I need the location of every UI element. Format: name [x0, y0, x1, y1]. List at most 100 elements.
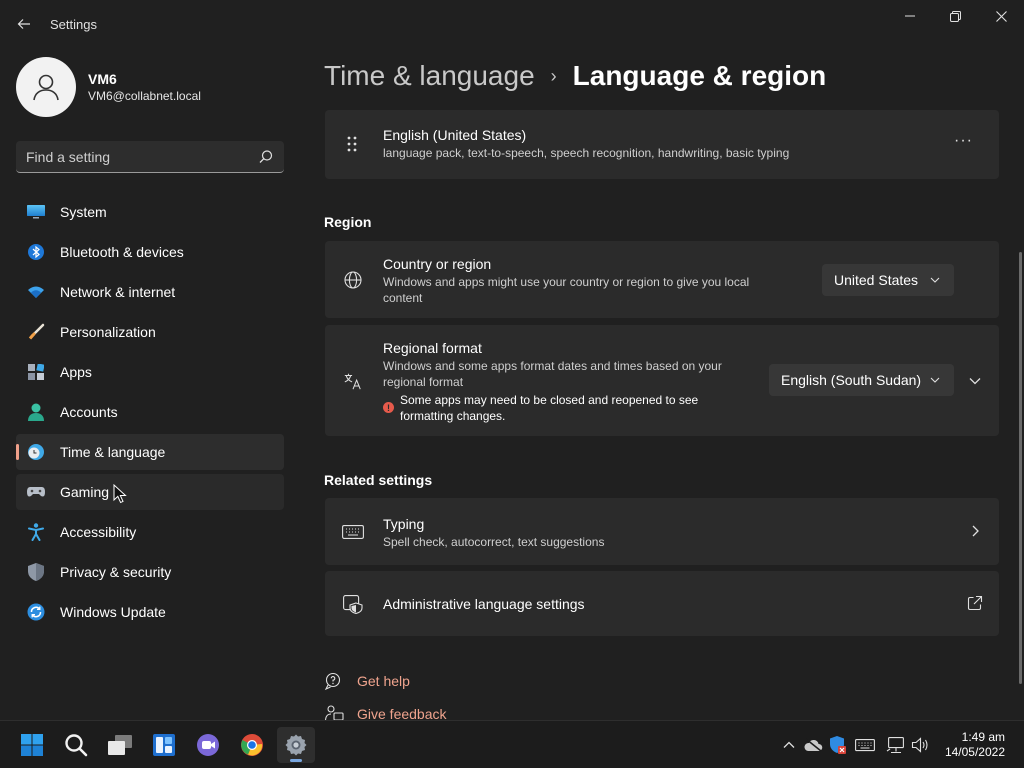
system-icon: [26, 202, 46, 222]
typing-title: Typing: [383, 516, 425, 532]
sidebar-item-label: Bluetooth & devices: [60, 244, 184, 260]
format-desc-line1: Windows and some apps format dates and t…: [383, 359, 722, 373]
chevron-down-icon: [930, 277, 940, 283]
restore-button[interactable]: [932, 4, 978, 28]
search-icon: [259, 150, 273, 163]
sidebar-item-network[interactable]: Network & internet: [16, 274, 284, 310]
onedrive-icon[interactable]: [803, 735, 823, 755]
person-icon: [33, 74, 59, 101]
sidebar-item-label: Privacy & security: [60, 564, 172, 580]
user-profile[interactable]: VM6 VM6@collabnet.local: [16, 56, 201, 118]
get-help-label: Get help: [357, 673, 410, 689]
sidebar-item-label: Accounts: [60, 404, 118, 420]
scrollbar[interactable]: [1019, 252, 1022, 684]
admin-language-title: Administrative language settings: [383, 596, 585, 612]
country-desc-line1: Windows and apps might use your country …: [383, 275, 750, 289]
chevron-right-icon: [968, 523, 982, 539]
sidebar-item-accounts[interactable]: Accounts: [16, 394, 284, 430]
search-icon: [65, 734, 88, 757]
sidebar-item-gaming[interactable]: Gaming: [16, 474, 284, 510]
related-settings-heading: Related settings: [324, 472, 433, 488]
sidebar-item-system[interactable]: System: [16, 194, 284, 230]
avatar: [16, 57, 76, 117]
regional-format-dropdown[interactable]: English (South Sudan): [769, 364, 954, 396]
admin-shield-window-icon: [343, 594, 363, 614]
format-title: Regional format: [383, 340, 482, 356]
sidebar-item-label: System: [60, 204, 107, 220]
title-bar: Settings: [0, 0, 1024, 48]
back-arrow-icon: [17, 19, 30, 29]
restore-icon: [949, 10, 961, 22]
taskbar: 1:49 am 14/05/2022: [0, 720, 1024, 768]
warning-line2: formatting changes.: [400, 409, 506, 423]
chrome-button[interactable]: [233, 727, 271, 763]
defender-icon[interactable]: [828, 735, 848, 755]
get-help-link[interactable]: Get help: [324, 670, 410, 692]
page-title: Language & region: [572, 60, 827, 91]
widgets-button[interactable]: [145, 727, 183, 763]
task-view-button[interactable]: [101, 727, 139, 763]
selection-indicator: [16, 444, 19, 460]
gamepad-icon: [26, 482, 46, 502]
taskbar-clock[interactable]: 1:49 am 14/05/2022: [945, 730, 1005, 760]
taskbar-search-button[interactable]: [57, 727, 95, 763]
close-icon: [995, 10, 1007, 22]
settings-icon: [285, 734, 307, 756]
warning-icon: !: [383, 402, 394, 413]
app-title: Settings: [50, 17, 97, 32]
sidebar-item-time-language[interactable]: Time & language: [16, 434, 284, 470]
format-desc-line2: regional format: [383, 375, 464, 389]
drag-handle-icon[interactable]: [342, 134, 362, 154]
settings-taskbar-button[interactable]: [277, 727, 315, 763]
country-desc-line2: content: [383, 291, 423, 305]
country-value: United States: [834, 272, 919, 288]
sidebar-item-accessibility[interactable]: Accessibility: [16, 514, 284, 550]
sidebar-item-apps[interactable]: Apps: [16, 354, 284, 390]
sidebar-item-privacy[interactable]: Privacy & security: [16, 554, 284, 590]
sidebar-item-personalization[interactable]: Personalization: [16, 314, 284, 350]
expand-chevron-icon[interactable]: [967, 373, 983, 389]
widgets-icon: [153, 734, 175, 756]
shield-icon: [26, 562, 46, 582]
regional-format-value: English (South Sudan): [781, 372, 922, 388]
region-heading: Region: [324, 214, 372, 230]
volume-icon[interactable]: [911, 735, 931, 755]
clock-date: 14/05/2022: [944, 745, 1005, 759]
sidebar-item-label: Time & language: [60, 444, 166, 460]
person-icon: [26, 402, 46, 422]
sidebar-nav: System Bluetooth & devices Network & int…: [16, 194, 284, 634]
language-format-icon: [343, 371, 363, 391]
task-view-icon: [108, 735, 132, 755]
close-button[interactable]: [978, 4, 1024, 28]
language-card-english-us[interactable]: English (United States) language pack, t…: [325, 110, 999, 179]
typing-card[interactable]: Typing Spell check, autocorrect, text su…: [325, 498, 999, 565]
sidebar-item-windows-update[interactable]: Windows Update: [16, 594, 284, 630]
country-dropdown[interactable]: United States: [822, 264, 954, 296]
keyboard-icon: [342, 522, 364, 542]
breadcrumb-parent[interactable]: Time & language: [324, 60, 535, 92]
regional-format-card[interactable]: Regional format Windows and some apps fo…: [325, 325, 999, 436]
warning-line1: Some apps may need to be closed and reop…: [400, 393, 699, 407]
language-name: English (United States): [383, 127, 527, 143]
start-button[interactable]: [13, 727, 51, 763]
external-link-icon: [967, 595, 983, 611]
sidebar-item-label: Accessibility: [60, 524, 137, 540]
chat-button[interactable]: [189, 727, 227, 763]
profile-name: VM6: [88, 71, 117, 87]
accessibility-icon: [26, 522, 46, 542]
show-hidden-icons-chevron-icon[interactable]: [779, 735, 799, 755]
bluetooth-icon: [26, 242, 46, 262]
typing-subtitle: Spell check, autocorrect, text suggestio…: [383, 535, 605, 549]
settings-search[interactable]: [16, 141, 284, 173]
update-icon: [26, 602, 46, 622]
chat-icon: [197, 734, 219, 756]
network-icon[interactable]: [886, 735, 906, 755]
minimize-button[interactable]: [887, 4, 933, 28]
keyboard-layout-icon[interactable]: [855, 735, 875, 755]
sidebar-item-bluetooth[interactable]: Bluetooth & devices: [16, 234, 284, 270]
country-region-card: Country or region Windows and apps might…: [325, 241, 999, 318]
more-options-button[interactable]: ···: [954, 132, 973, 150]
search-input[interactable]: [26, 147, 246, 167]
admin-language-card[interactable]: Administrative language settings: [325, 571, 999, 636]
back-button[interactable]: [12, 12, 36, 36]
